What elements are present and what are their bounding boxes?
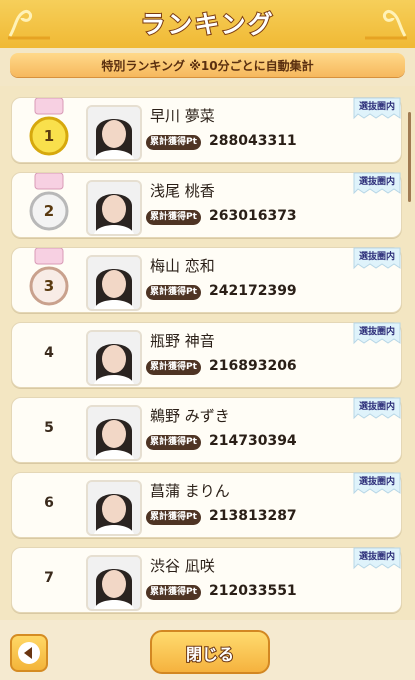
status-badge-label: 選抜圏内 — [358, 402, 395, 412]
portrait-icon — [88, 332, 140, 384]
ranking-row[interactable]: 2 浅尾 桃香累計獲得Pt 263016373 選抜圏内 — [11, 172, 402, 238]
points-badge: 累計獲得Pt — [146, 510, 201, 525]
avatar[interactable] — [86, 405, 142, 461]
portrait-icon — [88, 182, 140, 234]
scrollbar[interactable] — [408, 112, 411, 202]
rank-number: 3 — [44, 277, 54, 295]
status-badge-label: 選抜圏内 — [358, 477, 395, 487]
gold-medal-icon: 1 — [29, 97, 69, 156]
points-badge: 累計獲得Pt — [146, 285, 201, 300]
rank-number: 6 — [44, 495, 54, 511]
avatar[interactable] — [86, 480, 142, 536]
bronze-medal-icon: 3 — [29, 247, 69, 306]
portrait-icon — [88, 107, 140, 159]
avatar[interactable] — [86, 555, 142, 611]
header-bar: ランキング — [0, 0, 415, 48]
status-badge-label: 選抜圏内 — [358, 102, 395, 112]
status-badge-label: 選抜圏内 — [358, 252, 395, 262]
points-badge: 累計獲得Pt — [146, 135, 201, 150]
rank-number: 5 — [44, 420, 54, 436]
points-value: 214730394 — [209, 433, 297, 449]
subtitle-text: 特別ランキング ※10分ごとに自動集計 — [101, 59, 314, 73]
member-name: 菖蒲 まりん — [150, 482, 230, 500]
portrait-icon — [88, 407, 140, 459]
status-badge: 選抜圏内 — [352, 171, 402, 197]
member-name: 鵜野 みずき — [150, 407, 230, 425]
points-value: 263016373 — [209, 208, 297, 224]
back-button[interactable] — [10, 634, 48, 672]
points-value: 288043311 — [209, 133, 297, 149]
points-value: 242172399 — [209, 283, 297, 299]
ranking-row[interactable]: 1 早川 夢菜累計獲得Pt 288043311 選抜圏内 — [11, 97, 402, 163]
member-name: 瓶野 神音 — [150, 332, 215, 350]
portrait-icon — [88, 557, 140, 609]
rank-cell: 6 — [26, 473, 72, 537]
close-button-label: 閉じる — [185, 644, 235, 665]
status-badge: 選抜圏内 — [352, 396, 402, 422]
member-name: 梅山 恋和 — [150, 257, 215, 275]
footer-bar: 閉じる — [0, 620, 415, 680]
rank-number: 4 — [44, 345, 54, 361]
portrait-icon — [88, 257, 140, 309]
ranking-row[interactable]: 4 瓶野 神音累計獲得Pt 216893206 選抜圏内 — [11, 322, 402, 388]
rank-cell: 4 — [26, 323, 72, 387]
points-badge: 累計獲得Pt — [146, 360, 201, 375]
triangle-left-icon — [18, 642, 40, 664]
rank-number: 7 — [44, 570, 54, 586]
avatar[interactable] — [86, 255, 142, 311]
status-badge: 選抜圏内 — [352, 246, 402, 272]
member-name: 早川 夢菜 — [150, 107, 215, 125]
avatar[interactable] — [86, 330, 142, 386]
ranking-row[interactable]: 7 渋谷 凪咲累計獲得Pt 212033551 選抜圏内 — [11, 547, 402, 613]
rank-number: 1 — [44, 127, 54, 145]
points-value: 213813287 — [209, 508, 297, 524]
rank-cell: 1 — [26, 97, 72, 162]
ornament-icon — [365, 10, 407, 40]
status-badge: 選抜圏内 — [352, 321, 402, 347]
member-name: 渋谷 凪咲 — [150, 557, 215, 575]
subtitle-bar: 特別ランキング ※10分ごとに自動集計 — [10, 53, 405, 77]
points-badge: 累計獲得Pt — [146, 435, 201, 450]
ranking-row[interactable]: 6 菖蒲 まりん累計獲得Pt 213813287 選抜圏内 — [11, 472, 402, 538]
ranking-list[interactable]: 1 早川 夢菜 累計獲得Pt 288043311 選抜圏内 2 浅尾 桃香 累計獲得Pt 263… — [0, 86, 415, 620]
rank-cell: 3 — [26, 247, 72, 312]
portrait-icon — [88, 482, 140, 534]
status-badge: 選抜圏内 — [352, 546, 402, 572]
status-badge-label: 選抜圏内 — [358, 177, 395, 187]
close-button[interactable]: 閉じる — [150, 630, 270, 674]
avatar[interactable] — [86, 105, 142, 161]
member-name: 浅尾 桃香 — [150, 182, 215, 200]
status-badge: 選抜圏内 — [352, 471, 402, 497]
rank-cell: 5 — [26, 398, 72, 462]
points-value: 212033551 — [209, 583, 297, 599]
status-badge-label: 選抜圏内 — [358, 327, 395, 337]
rank-cell: 7 — [26, 548, 72, 612]
status-badge-label: 選抜圏内 — [358, 552, 395, 562]
ranking-row[interactable]: 5 鵜野 みずき累計獲得Pt 214730394 選抜圏内 — [11, 397, 402, 463]
silver-medal-icon: 2 — [29, 172, 69, 231]
points-badge: 累計獲得Pt — [146, 210, 201, 225]
points-value: 216893206 — [209, 358, 297, 374]
rank-number: 2 — [44, 202, 54, 220]
page-title: ランキング — [139, 9, 275, 40]
rank-cell: 2 — [26, 172, 72, 237]
points-badge: 累計獲得Pt — [146, 585, 201, 600]
ranking-row[interactable]: 3 梅山 恋和累計獲得Pt 242172399 選抜圏内 — [11, 247, 402, 313]
avatar[interactable] — [86, 180, 142, 236]
status-badge: 選抜圏内 — [352, 96, 402, 122]
